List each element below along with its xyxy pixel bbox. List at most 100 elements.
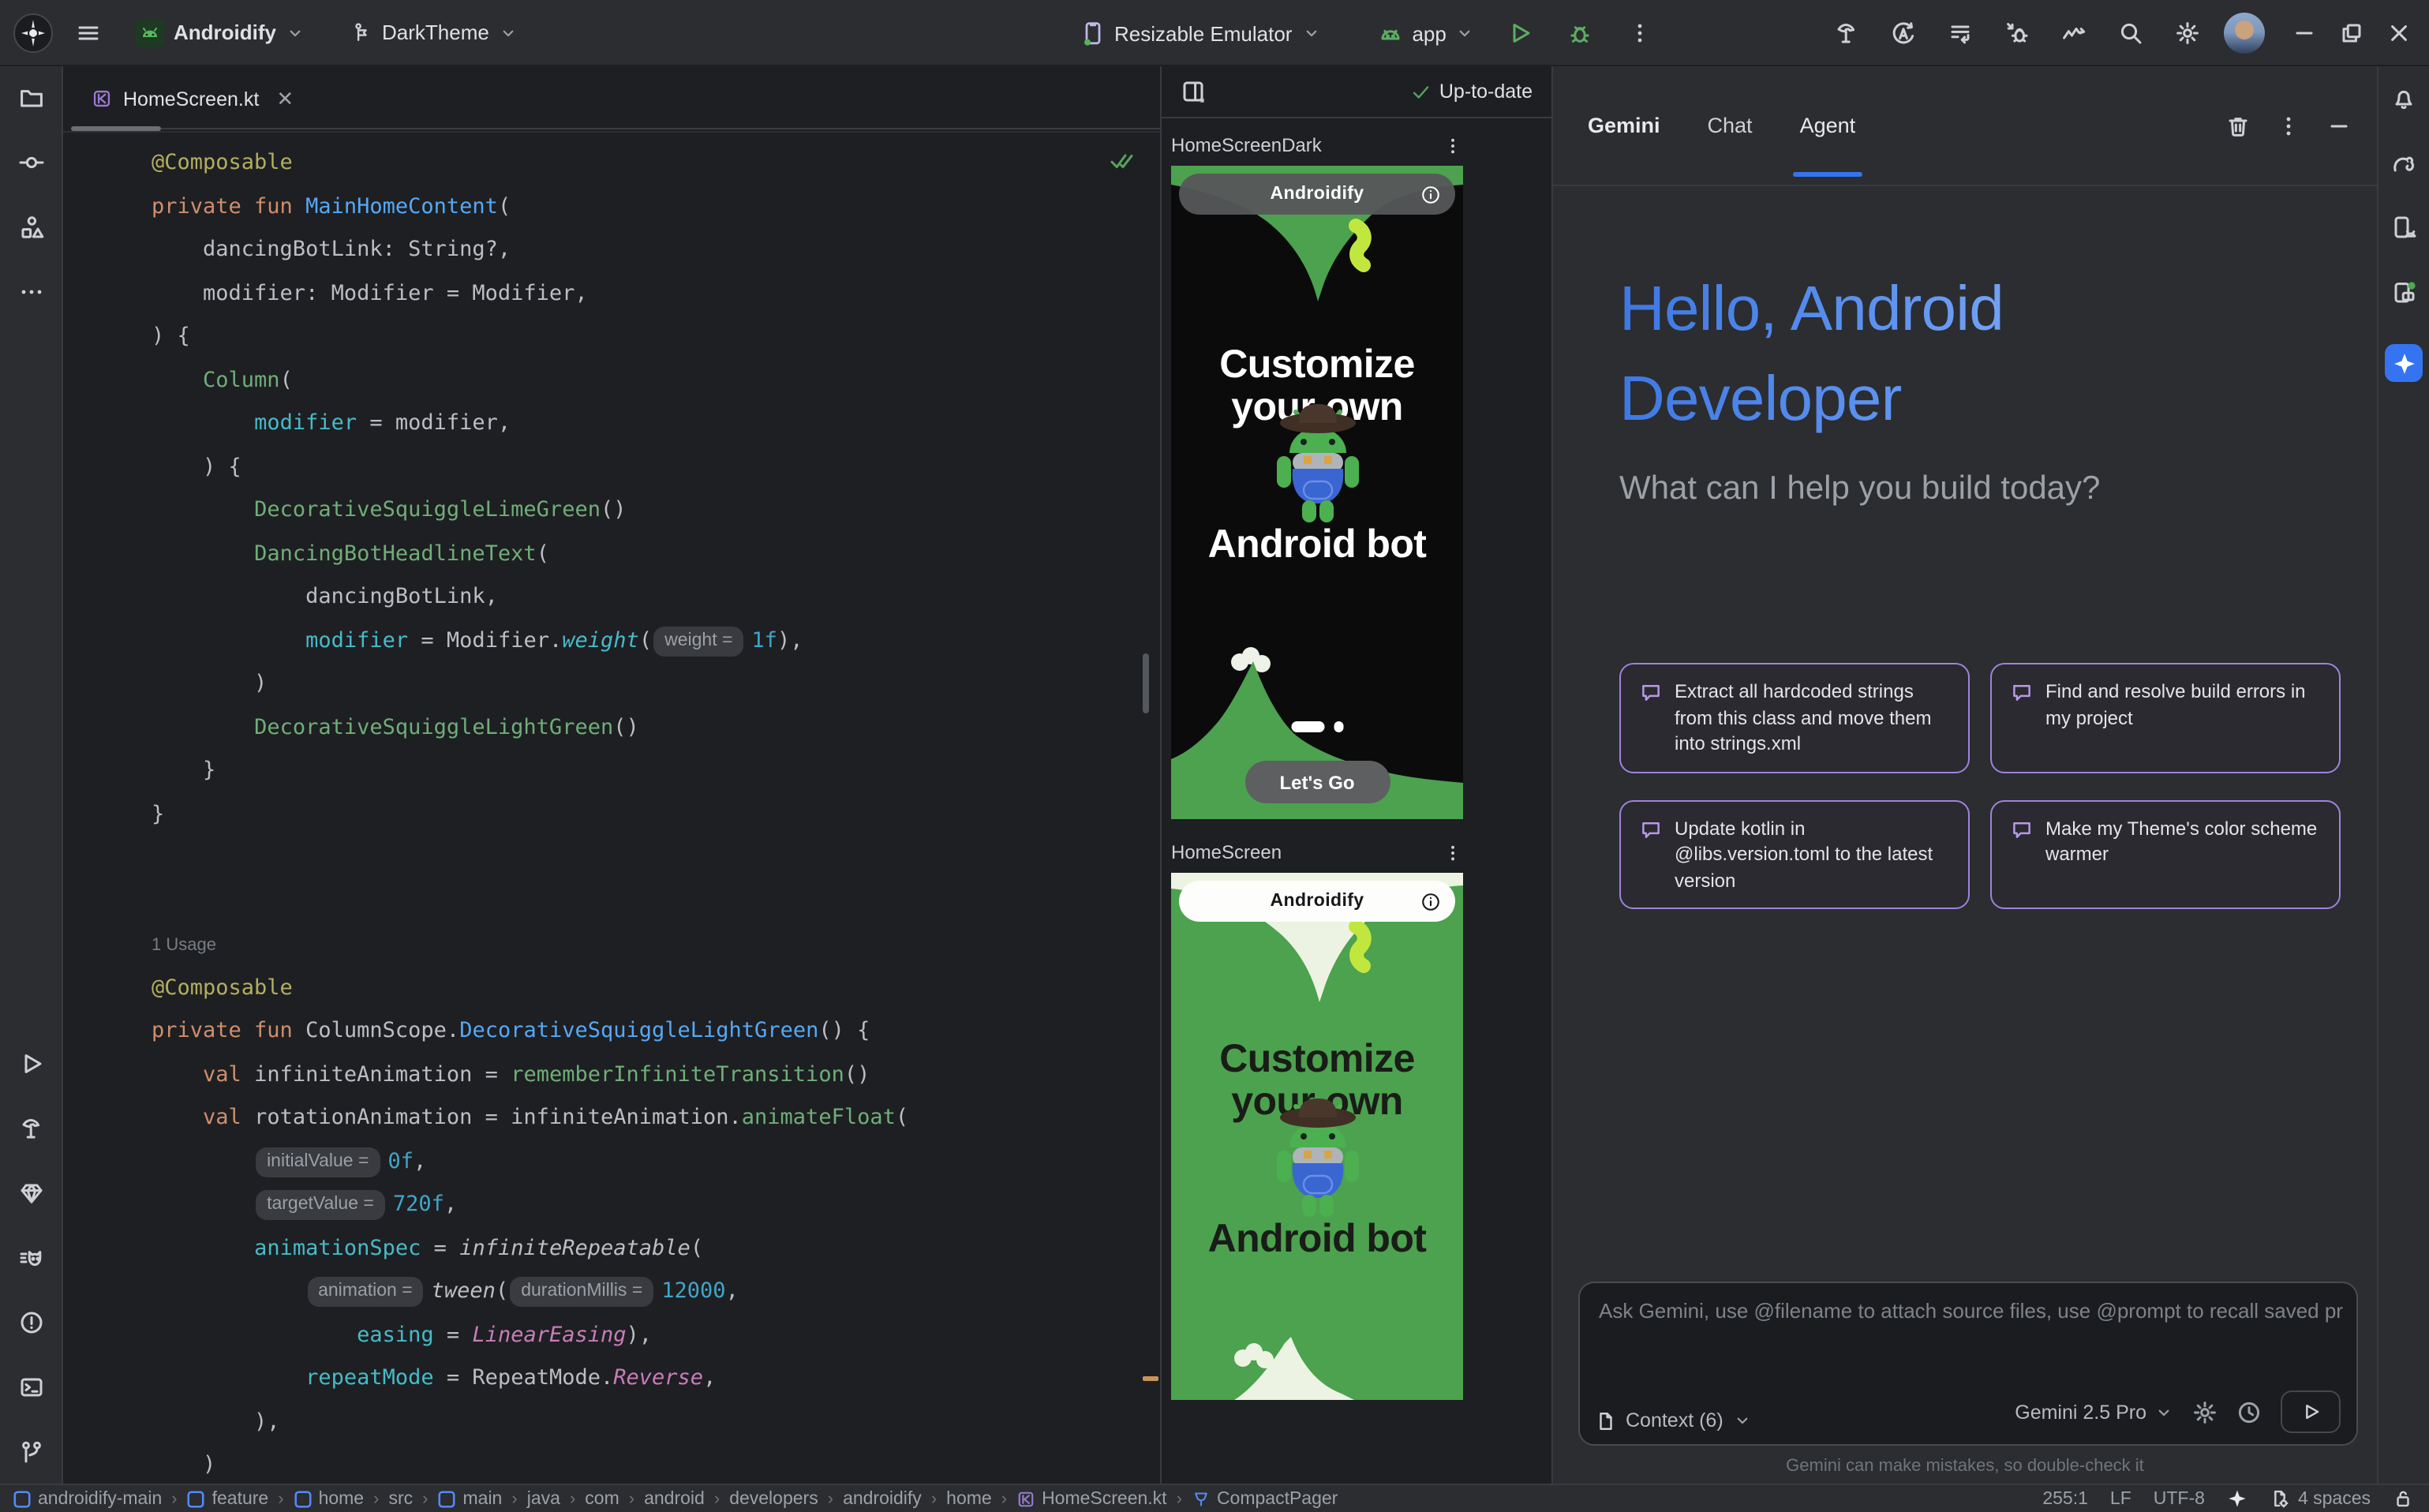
inlay-hint[interactable]: animation = xyxy=(307,1277,424,1307)
minimize-button[interactable] xyxy=(2281,9,2328,57)
info-icon[interactable] xyxy=(1420,891,1441,911)
gemini-input-box[interactable]: Ask Gemini, use @filename to attach sour… xyxy=(1578,1282,2358,1446)
code-editor[interactable]: @Composableprivate fun MainHomeContent( … xyxy=(63,133,1160,1484)
code-line[interactable]: ) { xyxy=(152,316,908,359)
code-line[interactable]: ), xyxy=(152,1401,908,1444)
code-line[interactable]: repeatMode = RepeatMode.Reverse, xyxy=(152,1357,908,1401)
code-line[interactable]: Column( xyxy=(152,359,908,402)
device-explorer-icon[interactable] xyxy=(2391,215,2416,240)
gradle-elephant-icon[interactable] xyxy=(2391,150,2416,175)
send-button[interactable] xyxy=(2281,1390,2341,1433)
code-line[interactable]: initialValue =0f, xyxy=(152,1140,908,1184)
breadcrumb-item[interactable]: CompactPager xyxy=(1192,1489,1338,1508)
preview-menu-icon[interactable] xyxy=(1443,842,1463,863)
maximize-button[interactable] xyxy=(2328,9,2375,57)
settings-button[interactable] xyxy=(2161,9,2214,57)
avatar[interactable] xyxy=(2224,13,2265,54)
code-line[interactable] xyxy=(152,836,908,880)
code-line[interactable]: val infiniteAnimation = rememberInfinite… xyxy=(152,1054,908,1097)
branch-selector[interactable]: DarkTheme xyxy=(339,14,530,51)
breadcrumb-item[interactable]: java xyxy=(527,1489,560,1508)
lets-go-button[interactable]: Let's Go xyxy=(1244,761,1390,803)
logcat-cat-icon[interactable] xyxy=(18,1245,43,1271)
code-line[interactable]: DecorativeSquiggleLimeGreen() xyxy=(152,489,908,533)
model-dropdown[interactable]: Gemini 2.5 Pro xyxy=(2015,1401,2173,1423)
breadcrumb-item[interactable]: android xyxy=(644,1489,705,1508)
inlay-hint[interactable]: initialValue = xyxy=(256,1147,380,1177)
code-line[interactable]: easing = LinearEasing), xyxy=(152,1314,908,1357)
code-line[interactable]: private fun ColumnScope.DecorativeSquigg… xyxy=(152,1010,908,1054)
code-line[interactable]: animationSpec = infiniteRepeatable( xyxy=(152,1227,908,1271)
build-variants-button[interactable] xyxy=(1933,9,1987,57)
history-icon[interactable] xyxy=(2236,1399,2262,1424)
code-line[interactable]: @Composable xyxy=(152,967,908,1010)
git-branch-icon[interactable] xyxy=(18,1439,43,1465)
code-line[interactable]: } xyxy=(152,750,908,793)
spark-diamond-icon[interactable] xyxy=(2227,1488,2247,1509)
breadcrumb-item[interactable]: HomeScreen.kt xyxy=(1016,1489,1167,1508)
more-horizontal-icon[interactable] xyxy=(18,279,43,305)
breadcrumb-item[interactable]: home xyxy=(294,1489,365,1508)
file-encoding[interactable]: UTF-8 xyxy=(2154,1489,2205,1508)
inlay-hint[interactable]: weight = xyxy=(653,626,743,656)
tab-close-icon[interactable]: ✕ xyxy=(276,86,294,111)
indent-setting[interactable]: 4 spaces xyxy=(2270,1488,2371,1509)
search-button[interactable] xyxy=(2104,9,2158,57)
breadcrumb-item[interactable]: main xyxy=(438,1489,503,1508)
info-icon[interactable] xyxy=(1420,184,1441,204)
bell-icon[interactable] xyxy=(2391,85,2416,110)
tab-chat[interactable]: Chat xyxy=(1708,66,1753,185)
problems-icon[interactable] xyxy=(18,1310,43,1335)
running-devices-icon[interactable] xyxy=(2391,279,2416,305)
code-line[interactable]: ) xyxy=(152,1444,908,1484)
tab-homescreen-kt[interactable]: HomeScreen.kt ✕ xyxy=(63,66,309,131)
project-selector[interactable]: Androidify xyxy=(123,12,317,53)
code-line[interactable]: targetValue =720f, xyxy=(152,1184,908,1227)
code-line[interactable]: modifier: Modifier = Modifier, xyxy=(152,272,908,316)
editor-scrollbar[interactable] xyxy=(1143,653,1149,713)
code-line[interactable] xyxy=(152,880,908,923)
gemini-tool-button[interactable] xyxy=(2385,344,2423,382)
breadcrumb-item[interactable]: home xyxy=(946,1489,992,1508)
suggestion-card-1[interactable]: Extract all hardcoded strings from this … xyxy=(1619,663,1970,773)
run-outline-icon[interactable] xyxy=(18,1051,43,1076)
tab-agent[interactable]: Agent xyxy=(1800,66,1856,185)
hammer-outline-icon[interactable] xyxy=(18,1116,43,1141)
unlock-icon[interactable] xyxy=(2393,1488,2413,1509)
code-line[interactable]: ) { xyxy=(152,446,908,489)
code-line[interactable]: modifier = modifier, xyxy=(152,402,908,446)
inlay-hint[interactable]: targetValue = xyxy=(256,1190,385,1220)
code-line[interactable]: } xyxy=(152,793,908,836)
suggestion-card-4[interactable]: Make my Theme's color scheme warmer xyxy=(1990,799,2341,909)
profiler-button[interactable] xyxy=(2047,9,2101,57)
code-line[interactable]: DancingBotHeadlineText( xyxy=(152,533,908,576)
inlay-hint[interactable]: durationMillis = xyxy=(510,1277,653,1307)
more-run-actions-button[interactable] xyxy=(1614,9,1667,57)
sync-project-button[interactable] xyxy=(1877,9,1930,57)
run-config-selector[interactable]: app xyxy=(1364,14,1487,52)
close-button[interactable] xyxy=(2375,9,2423,57)
debug-button[interactable] xyxy=(1554,9,1607,57)
structure-icon[interactable] xyxy=(18,215,43,240)
code-line[interactable]: dancingBotLink, xyxy=(152,576,908,619)
code-line[interactable]: ) xyxy=(152,663,908,706)
preview-layout-icon[interactable] xyxy=(1181,79,1206,104)
run-button[interactable] xyxy=(1494,9,1548,57)
preview-menu-icon[interactable] xyxy=(1443,135,1463,155)
delete-conversation-icon[interactable] xyxy=(2225,113,2251,138)
editor-warning-stripe[interactable] xyxy=(1143,1376,1158,1381)
gem-icon[interactable] xyxy=(18,1181,43,1206)
breadcrumb-item[interactable]: androidify-main xyxy=(13,1489,162,1508)
line-ending[interactable]: LF xyxy=(2110,1489,2131,1508)
code-line[interactable]: private fun MainHomeContent( xyxy=(152,185,908,229)
caret-position[interactable]: 255:1 xyxy=(2042,1489,2088,1508)
breadcrumb-item[interactable]: feature xyxy=(187,1489,269,1508)
context-dropdown[interactable]: Context (6) xyxy=(1596,1409,1752,1432)
code-line[interactable]: dancingBotLink: String?, xyxy=(152,229,908,272)
device-selector[interactable]: Resizable Emulator xyxy=(1067,14,1333,52)
folder-icon[interactable] xyxy=(18,85,43,110)
main-menu-icon[interactable] xyxy=(76,20,101,45)
terminal-icon[interactable] xyxy=(18,1375,43,1400)
build-hammer-button[interactable] xyxy=(1820,9,1873,57)
gemini-menu-icon[interactable] xyxy=(2276,113,2301,138)
